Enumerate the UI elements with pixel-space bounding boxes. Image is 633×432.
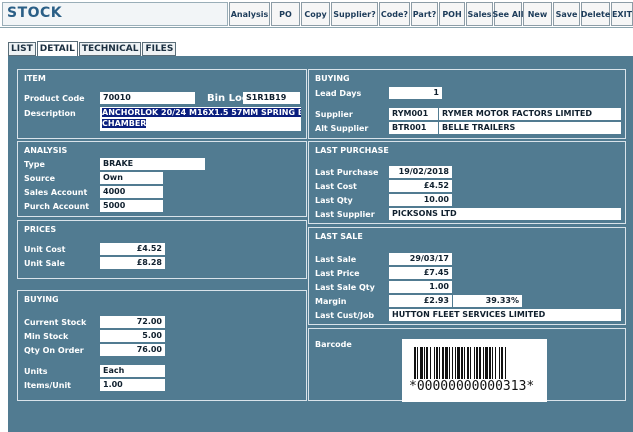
buying-supplier-section: BUYING Lead Days 1 Supplier RYM001 RYMER… (308, 69, 626, 139)
type-field[interactable]: BRAKE (100, 158, 205, 170)
description-field[interactable]: ANCHORLOK 20/24 M16X1.5 57MM SPRING BRAK… (100, 107, 301, 131)
qty-on-order-label: Qty On Order (24, 346, 84, 355)
items-unit-field[interactable]: 1.00 (100, 379, 165, 391)
prices-section: PRICES Unit Cost £4.52 Unit Sale £8.28 (17, 220, 307, 279)
description-label: Description (24, 109, 76, 118)
analysis-button[interactable]: Analysis (229, 2, 270, 26)
last-purchase-title: LAST PURCHASE (315, 146, 389, 155)
exit-button[interactable]: EXIT (611, 2, 633, 26)
tab-bar: LIST DETAIL TECHNICAL FILES (8, 41, 177, 56)
sales-account-field[interactable]: 4000 (100, 186, 163, 198)
margin-percent-field: 39.33% (453, 295, 522, 307)
buying-stock-section: BUYING Current Stock 72.00 Min Stock 5.0… (17, 290, 307, 401)
last-sale-date-field: 29/03/17 (389, 253, 452, 265)
sales-button[interactable]: Sales (466, 2, 493, 26)
last-price-field: £7.45 (389, 267, 452, 279)
part-lookup-button[interactable]: Part? (411, 2, 438, 26)
source-label: Source (24, 174, 56, 183)
last-supplier-field: PICKSONS LTD (389, 208, 621, 220)
supplier-code-field[interactable]: RYM001 (389, 108, 438, 120)
alt-supplier-code-field[interactable]: BTR001 (389, 122, 438, 134)
tab-technical[interactable]: TECHNICAL (78, 42, 142, 56)
unit-sale-field[interactable]: £8.28 (100, 257, 165, 269)
margin-value-field: £2.93 (389, 295, 452, 307)
purch-account-field[interactable]: 5000 (100, 200, 163, 212)
analysis-title: ANALYSIS (24, 146, 68, 155)
product-code-field[interactable]: 70010 (100, 92, 195, 104)
tab-detail[interactable]: DETAIL (36, 41, 78, 56)
last-sale-qty-field: 1.00 (389, 281, 452, 293)
barcode-section: Barcode *00000000000313* (308, 328, 626, 402)
type-label: Type (24, 160, 45, 169)
toolbar: STOCK Analysis PO Copy Supplier? Code? P… (0, 0, 633, 28)
po-button[interactable]: PO (271, 2, 300, 26)
buying-supplier-title: BUYING (315, 74, 350, 83)
last-sale-section: LAST SALE Last Sale 29/03/17 Last Price … (308, 227, 626, 325)
last-sale-title: LAST SALE (315, 232, 363, 241)
alt-supplier-name-field: BELLE TRAILERS (439, 122, 621, 134)
last-purchase-date-label: Last Purchase (315, 168, 379, 177)
new-button[interactable]: New (523, 2, 552, 26)
barcode-image: *00000000000313* (402, 339, 547, 402)
items-unit-label: Items/Unit (24, 381, 72, 390)
units-field[interactable]: Each (100, 365, 165, 377)
purch-account-label: Purch Account (24, 202, 90, 211)
bin-loc-label: Bin Loc (207, 93, 248, 104)
item-title: ITEM (24, 74, 46, 83)
margin-label: Margin (315, 297, 347, 306)
lead-days-label: Lead Days (315, 89, 362, 98)
last-qty-field: 10.00 (389, 194, 452, 206)
last-cust-job-field: HUTTON FLEET SERVICES LIMITED (389, 309, 621, 321)
last-sale-date-label: Last Sale (315, 255, 357, 264)
copy-button[interactable]: Copy (301, 2, 330, 26)
sales-account-label: Sales Account (24, 188, 88, 197)
last-cost-label: Last Cost (315, 182, 357, 191)
barcode-label: Barcode (315, 340, 352, 349)
supplier-name-field: RYMER MOTOR FACTORS LIMITED (439, 108, 621, 120)
last-cust-job-label: Last Cust/Job (315, 311, 375, 320)
alt-supplier-label: Alt Supplier (315, 124, 369, 133)
bin-loc-field[interactable]: S1R1B19 (243, 92, 300, 104)
last-sale-qty-label: Last Sale Qty (315, 283, 375, 292)
product-code-label: Product Code (24, 94, 85, 103)
units-label: Units (24, 367, 48, 376)
source-field[interactable]: Own (100, 172, 163, 184)
last-cost-field: £4.52 (389, 180, 452, 192)
detail-panel: ITEM Product Code 70010 Bin Loc S1R1B19 … (8, 56, 633, 432)
min-stock-field[interactable]: 5.00 (100, 330, 165, 342)
last-supplier-label: Last Supplier (315, 210, 375, 219)
buying-stock-title: BUYING (24, 295, 59, 304)
prices-title: PRICES (24, 225, 57, 234)
description-line-1: ANCHORLOK 20/24 M16X1.5 57MM SPRING BRAK… (102, 108, 301, 117)
last-purchase-date-field: 19/02/2018 (389, 166, 452, 178)
description-line-2: CHAMBER (102, 119, 147, 128)
supplier-label: Supplier (315, 110, 353, 119)
last-purchase-section: LAST PURCHASE Last Purchase 19/02/2018 L… (308, 141, 626, 224)
app-title: STOCK (7, 5, 63, 21)
analysis-section: ANALYSIS Type BRAKE Source Own Sales Acc… (17, 141, 307, 217)
save-button[interactable]: Save (553, 2, 580, 26)
unit-cost-label: Unit Cost (24, 245, 66, 254)
poh-button[interactable]: POH (439, 2, 465, 26)
current-stock-label: Current Stock (24, 318, 87, 327)
delete-button[interactable]: Delete (581, 2, 610, 26)
item-section: ITEM Product Code 70010 Bin Loc S1R1B19 … (17, 69, 307, 139)
tab-list[interactable]: LIST (8, 42, 36, 56)
tab-files[interactable]: FILES (142, 42, 177, 56)
current-stock-field[interactable]: 72.00 (100, 316, 165, 328)
unit-cost-field[interactable]: £4.52 (100, 243, 165, 255)
unit-sale-label: Unit Sale (24, 259, 65, 268)
supplier-lookup-button[interactable]: Supplier? (331, 2, 378, 26)
lead-days-field[interactable]: 1 (389, 87, 442, 99)
barcode-text: *00000000000313* (409, 379, 535, 394)
last-qty-label: Last Qty (315, 196, 353, 205)
last-price-label: Last Price (315, 269, 360, 278)
code-lookup-button[interactable]: Code? (379, 2, 410, 26)
see-all-button[interactable]: See All (492, 2, 524, 26)
min-stock-label: Min Stock (24, 332, 69, 341)
qty-on-order-field[interactable]: 76.00 (100, 344, 165, 356)
